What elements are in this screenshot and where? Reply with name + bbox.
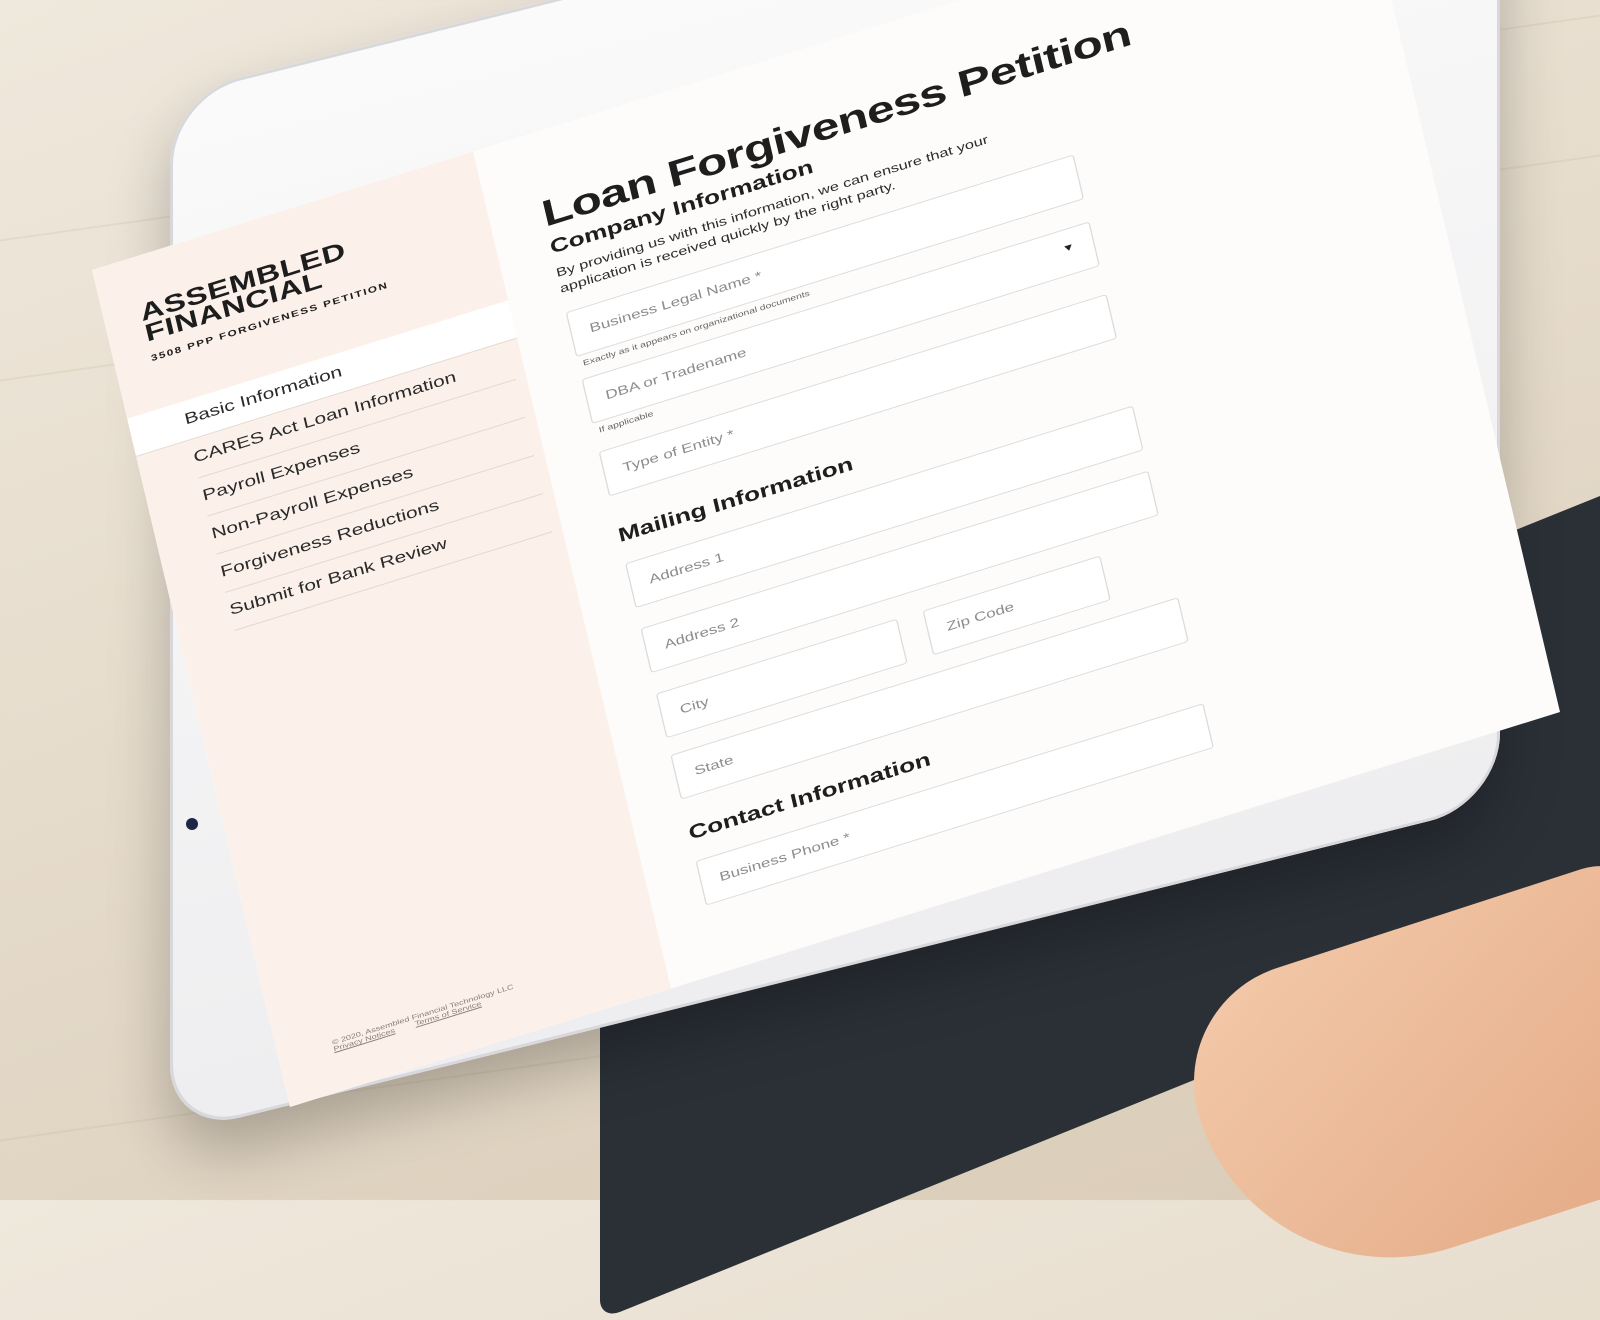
address1-placeholder: Address 1 [647, 549, 726, 587]
chevron-down-icon: ▼ [1061, 241, 1077, 256]
city-placeholder: City [678, 693, 711, 717]
front-camera [186, 818, 198, 830]
sidebar-nav: Basic Information CARES Act Loan Informa… [127, 300, 553, 631]
entity-type-placeholder: Type of Entity * [621, 426, 736, 475]
zip-code-placeholder: Zip Code [945, 598, 1016, 634]
copyright-text: © 2020, Assembled Financial Technology L… [331, 983, 515, 1047]
footer-links: Privacy Notices Terms of Service [333, 990, 516, 1053]
sidebar-footer: © 2020, Assembled Financial Technology L… [331, 984, 515, 1053]
address2-placeholder: Address 2 [662, 614, 741, 652]
brand: ASSEMBLED FINANCIAL 3508 PPP FORGIVENESS… [137, 230, 389, 363]
business-phone-placeholder: Business Phone * [717, 829, 852, 885]
state-placeholder: State [692, 752, 735, 778]
